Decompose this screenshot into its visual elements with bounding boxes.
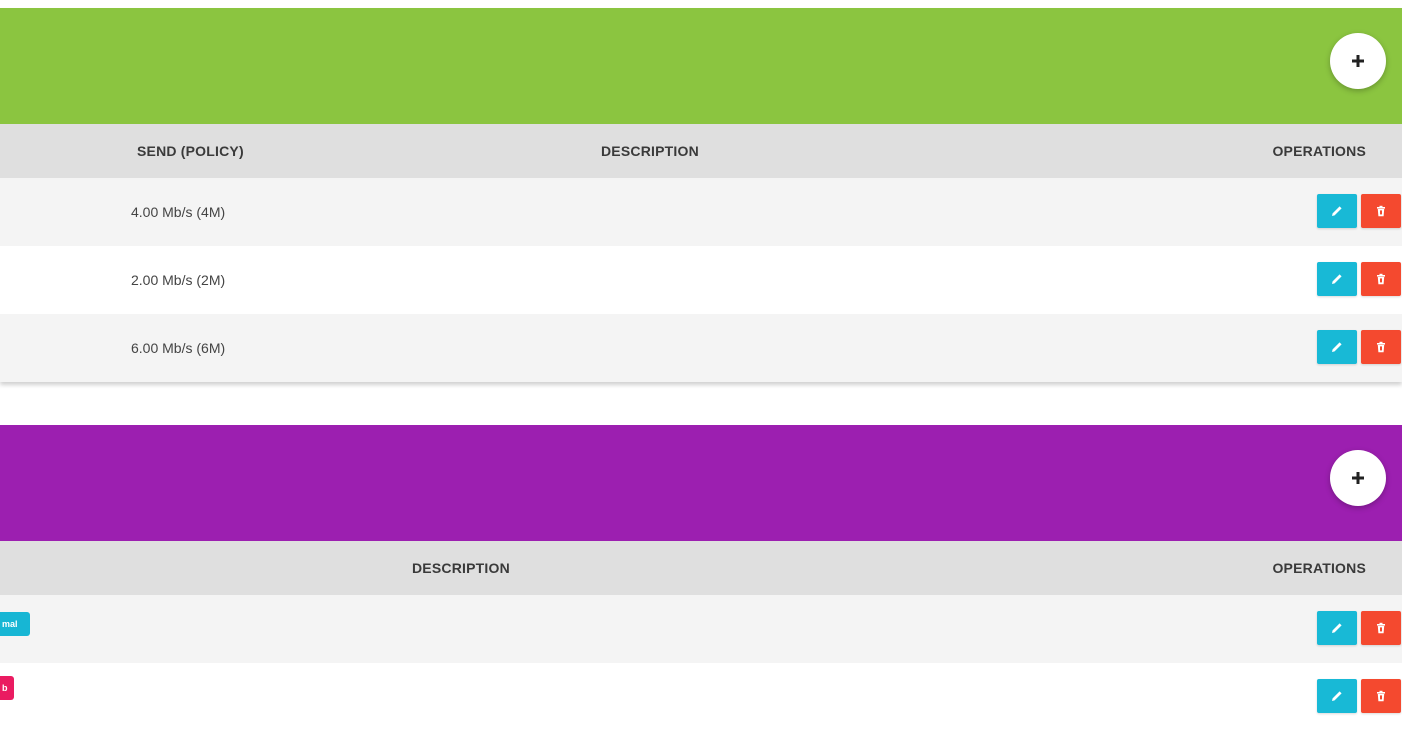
delete-button[interactable] (1361, 679, 1401, 713)
status-badge: mal (0, 612, 30, 636)
edit-button[interactable] (1317, 262, 1357, 296)
column-operations: OPERATIONS (1272, 143, 1366, 159)
table-body: 4.00 Mb/s (4M) 2.00 Mb/s (2M) 6.00 Mb/s … (0, 178, 1402, 382)
trash-icon (1377, 622, 1385, 634)
status-badge: b (0, 676, 14, 700)
add-policy-button[interactable] (1330, 33, 1386, 89)
card-header (0, 8, 1402, 124)
delete-button[interactable] (1361, 611, 1401, 645)
edit-button[interactable] (1317, 194, 1357, 228)
column-send-policy[interactable]: SEND (POLICY) (137, 124, 244, 178)
row-operations (1317, 611, 1401, 645)
table-row: 2.00 Mb/s (2M) (0, 246, 1402, 314)
column-description[interactable]: DESCRIPTION (412, 541, 510, 595)
trash-icon (1377, 205, 1385, 217)
table-row: 4.00 Mb/s (4M) (0, 178, 1402, 246)
trash-icon (1377, 273, 1385, 285)
column-description[interactable]: DESCRIPTION (601, 124, 699, 178)
delete-button[interactable] (1361, 262, 1401, 296)
pencil-icon (1332, 342, 1342, 352)
pencil-icon (1332, 691, 1342, 701)
trash-icon (1377, 690, 1385, 702)
pencil-icon (1332, 206, 1342, 216)
table-header: DESCRIPTION OPERATIONS (0, 541, 1402, 595)
table-row: 6.00 Mb/s (6M) (0, 314, 1402, 382)
table-row: mal (0, 595, 1402, 663)
row-operations (1317, 679, 1401, 713)
row-operations (1317, 330, 1401, 364)
table-header: SEND (POLICY) DESCRIPTION OPERATIONS (0, 124, 1402, 178)
edit-button[interactable] (1317, 679, 1357, 713)
classification-card: DESCRIPTION OPERATIONS mal b (0, 425, 1402, 731)
table-row: b (0, 663, 1402, 731)
trash-icon (1377, 341, 1385, 353)
row-operations (1317, 194, 1401, 228)
pencil-icon (1332, 623, 1342, 633)
edit-button[interactable] (1317, 611, 1357, 645)
table-body: mal b (0, 595, 1402, 731)
row-operations (1317, 262, 1401, 296)
edit-button[interactable] (1317, 330, 1357, 364)
card-header (0, 425, 1402, 541)
plus-icon (1352, 55, 1364, 67)
plus-icon (1352, 472, 1364, 484)
pencil-icon (1332, 274, 1342, 284)
delete-button[interactable] (1361, 330, 1401, 364)
send-policy-value: 2.00 Mb/s (2M) (131, 272, 226, 288)
send-policy-value: 6.00 Mb/s (6M) (131, 340, 226, 356)
bandwidth-policy-card: SEND (POLICY) DESCRIPTION OPERATIONS 4.0… (0, 8, 1402, 382)
delete-button[interactable] (1361, 194, 1401, 228)
send-policy-value: 4.00 Mb/s (4M) (131, 204, 226, 220)
column-operations: OPERATIONS (1272, 560, 1366, 576)
add-item-button[interactable] (1330, 450, 1386, 506)
